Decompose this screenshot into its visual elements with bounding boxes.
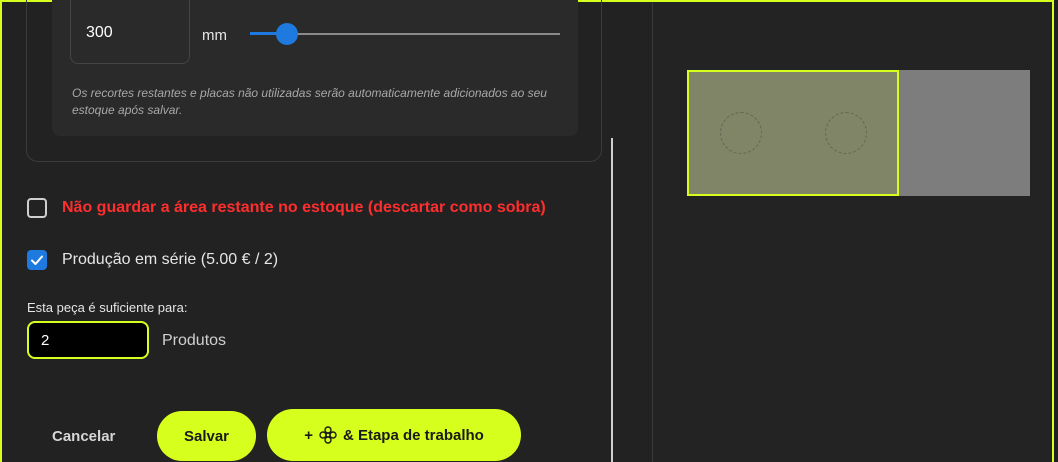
- remaining-sheet-area: [898, 70, 1030, 196]
- add-step-prefix: +: [304, 426, 313, 444]
- add-step-label: & Etapa de trabalho: [342, 426, 484, 444]
- stock-note: Os recortes restantes e placas não utili…: [72, 86, 547, 117]
- hole-marker: [720, 112, 762, 154]
- length-unit-label: mm: [202, 27, 227, 44]
- sufficient-for-label: Esta peça é suficiente para:: [27, 300, 188, 315]
- discard-remaining-checkbox[interactable]: [27, 198, 47, 218]
- check-icon: [31, 255, 43, 265]
- hole-marker: [825, 112, 867, 154]
- series-production-checkbox[interactable]: [27, 250, 47, 270]
- products-quantity-value[interactable]: 2: [41, 332, 49, 349]
- discard-remaining-label[interactable]: Não guardar a área restante no estoque (…: [62, 199, 546, 217]
- selected-cut-area[interactable]: [687, 70, 899, 196]
- products-unit-label: Produtos: [162, 332, 227, 349]
- panel-scrollbar[interactable]: [611, 138, 613, 462]
- series-production-label[interactable]: Produção em série (5.00 € / 2): [62, 251, 278, 269]
- cancel-button[interactable]: Cancelar: [52, 428, 115, 445]
- length-input-value[interactable]: 300: [86, 24, 113, 42]
- save-button[interactable]: Salvar: [157, 411, 256, 461]
- flower-icon: [319, 426, 337, 444]
- add-work-step-button[interactable]: + & Etapa de trabalho: [267, 409, 521, 461]
